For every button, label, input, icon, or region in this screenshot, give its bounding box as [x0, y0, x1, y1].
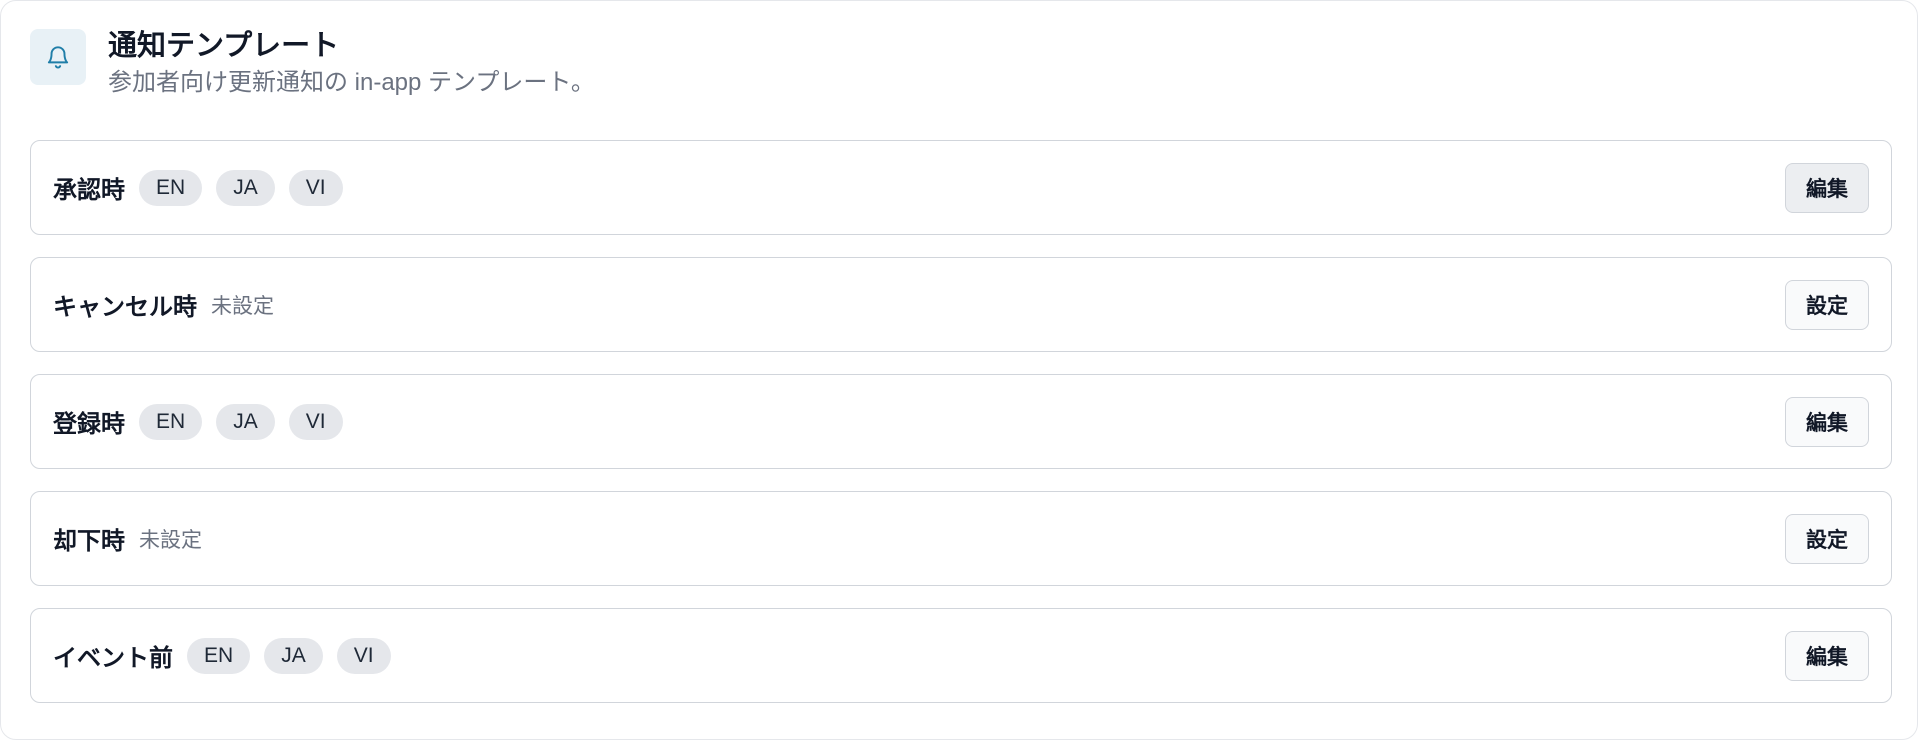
notification-templates-card: 通知テンプレート 参加者向け更新通知の in-app テンプレート。 承認時 E…	[0, 0, 1918, 740]
language-chip-ja: JA	[216, 403, 275, 440]
template-label: キャンセル時	[53, 294, 197, 321]
status-text-unset: 未設定	[139, 528, 202, 552]
status-text-unset: 未設定	[211, 294, 274, 318]
bell-icon-container	[30, 29, 86, 85]
template-label: 却下時	[53, 528, 125, 555]
bell-icon	[45, 43, 71, 71]
edit-button[interactable]: 編集	[1785, 396, 1869, 447]
card-subtitle: 参加者向け更新通知の in-app テンプレート。	[108, 69, 595, 96]
template-row-pre-event: イベント前 EN JA VI 編集	[30, 608, 1892, 703]
card-header: 通知テンプレート 参加者向け更新通知の in-app テンプレート。	[30, 29, 595, 98]
edit-button[interactable]: 編集	[1785, 162, 1869, 213]
language-chip-en: EN	[139, 169, 203, 206]
template-row-cancelled: キャンセル時 未設定 設定	[30, 257, 1892, 352]
language-chip-en: EN	[139, 403, 203, 440]
language-chip-en: EN	[187, 637, 251, 674]
template-list: 承認時 EN JA VI 編集 キャンセル時 未設定 設定 登録時 EN JA …	[30, 140, 1892, 725]
language-chip-ja: JA	[216, 169, 275, 206]
language-chips: EN JA VI	[139, 403, 357, 440]
template-label: 登録時	[53, 411, 125, 438]
language-chips: EN JA VI	[139, 169, 357, 206]
template-row-approved: 承認時 EN JA VI 編集	[30, 140, 1892, 235]
language-chip-vi: VI	[288, 403, 343, 440]
configure-button[interactable]: 設定	[1785, 279, 1869, 330]
language-chips: EN JA VI	[187, 637, 405, 674]
language-chip-vi: VI	[336, 637, 391, 674]
template-label: 承認時	[53, 177, 125, 204]
edit-button[interactable]: 編集	[1785, 630, 1869, 681]
template-row-rejected: 却下時 未設定 設定	[30, 491, 1892, 586]
template-label: イベント前	[53, 645, 173, 672]
card-title: 通知テンプレート	[108, 30, 340, 62]
language-chip-vi: VI	[288, 169, 343, 206]
template-row-registered: 登録時 EN JA VI 編集	[30, 374, 1892, 469]
language-chip-ja: JA	[264, 637, 323, 674]
configure-button[interactable]: 設定	[1785, 513, 1869, 564]
